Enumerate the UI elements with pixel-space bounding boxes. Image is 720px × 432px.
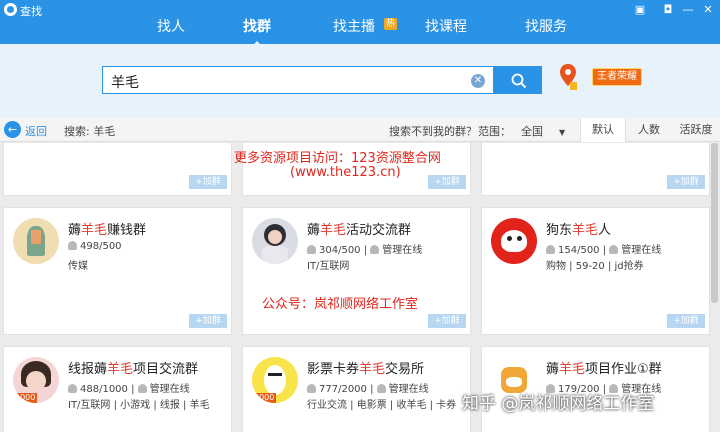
group-card[interactable]: 薅羊毛赚钱群 498/500 传媒 +加群 bbox=[3, 207, 232, 335]
group-name[interactable]: 线报薅羊毛项目交流群 bbox=[68, 358, 198, 377]
clear-icon[interactable]: ✕ bbox=[471, 74, 485, 88]
game-badge[interactable]: 王者荣耀 bbox=[592, 68, 642, 86]
group-avatar: 1000 bbox=[13, 357, 59, 403]
sort-activity[interactable]: 活跃度 bbox=[672, 118, 720, 142]
not-found-link[interactable]: 搜索不到我的群？ bbox=[389, 123, 477, 139]
admin-icon bbox=[376, 384, 386, 393]
group-name[interactable]: 薅羊毛项目作业①群 bbox=[546, 358, 662, 377]
promo-text-line1: 更多资源项目访问：123资源整合网 bbox=[234, 151, 441, 166]
group-card[interactable]: 2000 影票卡券羊毛交易所 777/2000 | 管理在线 行业交流 | 电影… bbox=[242, 346, 471, 432]
member-count: 498/500 bbox=[68, 241, 122, 252]
members-icon bbox=[68, 241, 77, 250]
members-icon bbox=[68, 384, 77, 393]
header: 查找 ▣ ◘ — ✕ 找人 找群 找主播 热 找课程 找服务 羊毛 ✕ 王者荣耀 bbox=[0, 0, 720, 118]
group-tags: IT/互联网 | 小游戏 | 线报 | 羊毛 bbox=[68, 400, 210, 411]
range-label: 范围： bbox=[478, 125, 511, 138]
group-card[interactable]: 狗东羊毛人 154/500 | 管理在线 购物 | 59-20 | jd抢券 +… bbox=[481, 207, 710, 335]
admin-icon bbox=[370, 245, 380, 254]
level-badge: 2000 bbox=[252, 393, 277, 403]
search-summary: 搜索: 羊毛 bbox=[64, 125, 116, 138]
group-name[interactable]: 影票卡券羊毛交易所 bbox=[307, 358, 424, 377]
search-input[interactable]: 羊毛 ✕ bbox=[102, 66, 494, 94]
group-card[interactable]: +加群 bbox=[3, 143, 232, 196]
join-group-button[interactable]: +加群 bbox=[667, 314, 705, 328]
sort-members[interactable]: 人数 bbox=[628, 118, 670, 142]
group-avatar: 2000 bbox=[252, 357, 298, 403]
group-avatar bbox=[491, 218, 537, 264]
member-count: 304/500 | 管理在线 bbox=[307, 241, 422, 256]
join-group-button[interactable]: +加群 bbox=[189, 175, 227, 189]
watermark: 知乎 @岚祁顺网络工作室 bbox=[462, 394, 655, 414]
members-icon bbox=[307, 384, 316, 393]
admin-icon bbox=[137, 384, 147, 393]
join-group-button[interactable]: +加群 bbox=[428, 175, 466, 189]
group-name[interactable]: 薅羊毛赚钱群 bbox=[68, 219, 146, 238]
tab-find-groups[interactable]: 找群 bbox=[236, 14, 278, 47]
member-count: 154/500 | 管理在线 bbox=[546, 241, 661, 256]
join-group-button[interactable]: +加群 bbox=[667, 175, 705, 189]
tab-find-courses[interactable]: 找课程 bbox=[424, 14, 468, 44]
promo-text-line3: 公众号：岚祁顺网络工作室 bbox=[262, 297, 419, 312]
tab-bar: 找人 找群 找主播 热 找课程 找服务 bbox=[0, 14, 720, 47]
group-tags: IT/互联网 bbox=[307, 261, 350, 272]
chevron-down-icon: ▼ bbox=[559, 128, 566, 137]
group-card[interactable]: 薅羊毛活动交流群 304/500 | 管理在线 IT/互联网 +加群 bbox=[242, 207, 471, 335]
join-group-button[interactable]: +加群 bbox=[189, 314, 227, 328]
join-group-button[interactable]: +加群 bbox=[428, 314, 466, 328]
group-card[interactable]: +加群 bbox=[481, 143, 710, 196]
group-avatar bbox=[13, 218, 59, 264]
tab-find-services[interactable]: 找服务 bbox=[524, 14, 568, 44]
level-badge: 1000 bbox=[13, 393, 38, 403]
sort-default[interactable]: 默认 bbox=[580, 118, 626, 142]
group-name[interactable]: 薅羊毛活动交流群 bbox=[307, 219, 411, 238]
group-tags: 行业交流 | 电影票 | 收羊毛 | 卡券 bbox=[307, 400, 457, 411]
search-button[interactable] bbox=[494, 66, 542, 94]
admin-icon bbox=[609, 245, 619, 254]
group-avatar bbox=[252, 218, 298, 264]
members-icon bbox=[307, 245, 316, 254]
group-card[interactable]: 1000 线报薅羊毛项目交流群 488/1000 | 管理在线 IT/互联网 |… bbox=[3, 346, 232, 432]
search-icon bbox=[511, 73, 527, 89]
member-count: 488/1000 | 管理在线 bbox=[68, 380, 190, 395]
range-select[interactable]: 全国 ▼ bbox=[521, 123, 565, 139]
filter-bar: ← 返回 搜索: 羊毛 搜索不到我的群？ 范围： 全国 ▼ 默认 人数 活跃度 bbox=[0, 118, 720, 142]
group-tags: 传媒 bbox=[68, 261, 88, 272]
promo-text-line2: (www.the123.cn) bbox=[290, 165, 401, 180]
group-tags: 购物 | 59-20 | jd抢券 bbox=[546, 261, 644, 272]
tab-find-people[interactable]: 找人 bbox=[150, 14, 192, 44]
scrollbar[interactable] bbox=[711, 143, 718, 303]
hot-badge: 热 bbox=[384, 18, 398, 30]
members-icon bbox=[546, 245, 555, 254]
tab-find-streamers[interactable]: 找主播 热 bbox=[326, 14, 398, 44]
member-count: 777/2000 | 管理在线 bbox=[307, 380, 429, 395]
group-name[interactable]: 狗东羊毛人 bbox=[546, 219, 611, 238]
search-input-value: 羊毛 bbox=[111, 75, 139, 91]
back-arrow-icon: ← bbox=[4, 121, 21, 138]
search-area: 羊毛 ✕ 王者荣耀 bbox=[0, 44, 720, 118]
location-pin-icon[interactable] bbox=[558, 62, 578, 92]
